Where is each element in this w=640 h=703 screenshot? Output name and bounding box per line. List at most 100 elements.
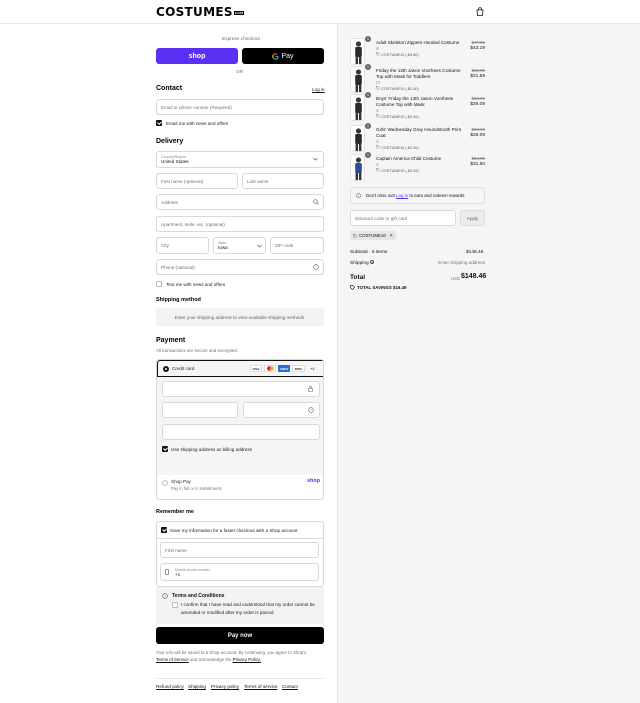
discount-code-field[interactable]: Discount code or gift card (350, 210, 456, 226)
product-image (350, 125, 365, 152)
shop-pay-button[interactable]: shop (156, 48, 238, 64)
remember-first-name-field[interactable]: First name (160, 542, 319, 558)
remember-first-name-placeholder: First name (165, 547, 187, 553)
privacy-policy-footer-link[interactable]: Privacy policy (211, 684, 239, 689)
mobile-phone-value: +1 (175, 571, 181, 577)
rewards-text: Don't miss out! Log in to earn and redee… (366, 193, 465, 198)
info-icon: i (356, 193, 361, 198)
discover-icon: DISC (292, 365, 305, 372)
tag-icon (376, 168, 380, 172)
zip-placeholder: ZIP code (275, 243, 294, 248)
total-label: Total (350, 274, 366, 281)
city-field[interactable]: City (156, 237, 209, 254)
item-name: Boys' Friday the 13th Jason Voorhees Cost… (376, 96, 454, 107)
tag-icon (376, 114, 380, 118)
item-name: Friday the 13th Jason Voorhees Costume To… (376, 68, 461, 79)
terms-title: Terms and Conditions (172, 593, 225, 599)
apply-label: Apply (466, 215, 479, 221)
shipping-value: Enter shipping address (438, 260, 485, 265)
item-name: Girls' Wednesday Gray Houndstooth Print C… (376, 127, 462, 138)
billing-label: Use shipping address as billing address (171, 447, 252, 452)
help-icon[interactable]: ? (313, 264, 319, 270)
shopping-bag-icon[interactable] (476, 7, 484, 16)
tag-icon (350, 285, 355, 290)
address-placeholder: Address (161, 199, 178, 205)
item-discount: COSTUME10 (-$2.90) (376, 145, 419, 150)
tag-icon (376, 52, 380, 56)
text-checkbox[interactable] (156, 281, 162, 287)
currency-code: USD (451, 276, 460, 281)
total-savings: TOTAL SAVINGS $16.49 (357, 285, 406, 290)
discount-tag-label: COSTUME10 (359, 233, 386, 238)
or-divider: OR (236, 70, 244, 75)
more-cards-badge: +4 (310, 366, 315, 371)
text-label: Text me with news and offers (166, 282, 226, 287)
card-number-field[interactable] (162, 381, 320, 397)
quantity-badge: 1 (365, 123, 371, 129)
subtotal-value: $148.46 (466, 250, 484, 255)
item-price: $26.09 (470, 133, 485, 138)
terms-of-service-footer-link[interactable]: Terms of service (244, 684, 277, 689)
legal-mid: and acknowledge the (189, 657, 232, 662)
expiry-field[interactable] (162, 402, 238, 418)
mobile-phone-icon (165, 569, 169, 575)
contact-link[interactable]: Contact (282, 684, 298, 689)
shop-pay-label: shop (188, 52, 206, 60)
billing-checkbox[interactable] (162, 446, 168, 452)
first-name-field[interactable]: First name (optional) (156, 173, 238, 189)
save-info-checkbox[interactable] (161, 527, 167, 533)
name-on-card-field[interactable] (162, 424, 320, 440)
svg-text:i: i (358, 194, 359, 198)
item-original-price: $28.99 (471, 127, 485, 132)
payment-title: Payment (156, 337, 186, 344)
site-logo[interactable]: COSTUMES COM (156, 5, 245, 19)
refund-policy-link[interactable]: Refund policy (156, 684, 184, 689)
amex-icon: AMEX (278, 365, 290, 372)
apartment-field[interactable]: Apartment, suite, etc. (optional) (156, 216, 324, 232)
help-icon[interactable]: ? (308, 407, 314, 413)
footer-divider (156, 678, 324, 679)
tag-icon (376, 86, 380, 90)
quantity-badge: 1 (365, 152, 371, 158)
help-icon[interactable]: ? (370, 260, 375, 265)
shipping-label: Shipping ? (350, 260, 375, 266)
country-select[interactable]: Country/Region United States (156, 151, 324, 168)
email-field[interactable]: Email or phone number (Required) (156, 99, 324, 115)
phone-field[interactable]: Phone (optional) (156, 259, 324, 275)
pay-now-button[interactable]: Pay now (156, 627, 324, 644)
product-image (350, 38, 365, 65)
shop-pay-option-sub: Pay in full or in installments (171, 486, 222, 491)
product-image (350, 94, 365, 121)
remove-discount-icon[interactable]: × (390, 233, 393, 239)
mobile-phone-field[interactable]: Mobile phone number +1 (160, 563, 319, 581)
credit-card-radio[interactable] (163, 366, 169, 372)
item-name: Captain America Child Costume (376, 156, 442, 161)
subtotal-label: Subtotal · 5 items (350, 250, 388, 255)
rewards-login-link[interactable]: Log in (396, 193, 408, 198)
credit-card-option[interactable]: Credit card VISA AMEX DISC +4 (157, 360, 323, 377)
privacy-policy-link[interactable]: Privacy Policy. (233, 657, 261, 662)
login-link[interactable]: Log in (312, 87, 325, 92)
terms-of-service-link[interactable]: Terms of Service (156, 657, 189, 662)
zip-field[interactable]: ZIP code (270, 237, 324, 254)
item-variant: S (376, 108, 379, 113)
shipping-note-text: Enter your shipping address to view avai… (174, 314, 306, 320)
site-header: COSTUMES COM (0, 0, 640, 24)
item-original-price: $47.99 (471, 40, 485, 45)
delivery-title: Delivery (156, 138, 184, 145)
shipping-link[interactable]: Shipping (188, 684, 206, 689)
item-price: $43.19 (470, 46, 485, 51)
apply-button[interactable]: Apply (460, 210, 485, 226)
tag-icon (353, 233, 357, 238)
shipping-method-note: Enter your shipping address to view avai… (156, 308, 324, 326)
discount-tag: COSTUME10 × (350, 231, 396, 240)
svg-text:?: ? (315, 265, 317, 269)
pay-now-label: Pay now (227, 632, 253, 639)
shop-pay-option-title[interactable]: Shop Pay (171, 479, 191, 484)
terms-checkbox[interactable] (172, 602, 178, 608)
google-pay-button[interactable]: Pay (242, 48, 324, 64)
shop-pay-radio[interactable] (162, 480, 168, 486)
news-checkbox[interactable] (156, 120, 162, 126)
address-field[interactable]: Address (156, 194, 324, 210)
last-name-field[interactable]: Last name (242, 173, 324, 189)
